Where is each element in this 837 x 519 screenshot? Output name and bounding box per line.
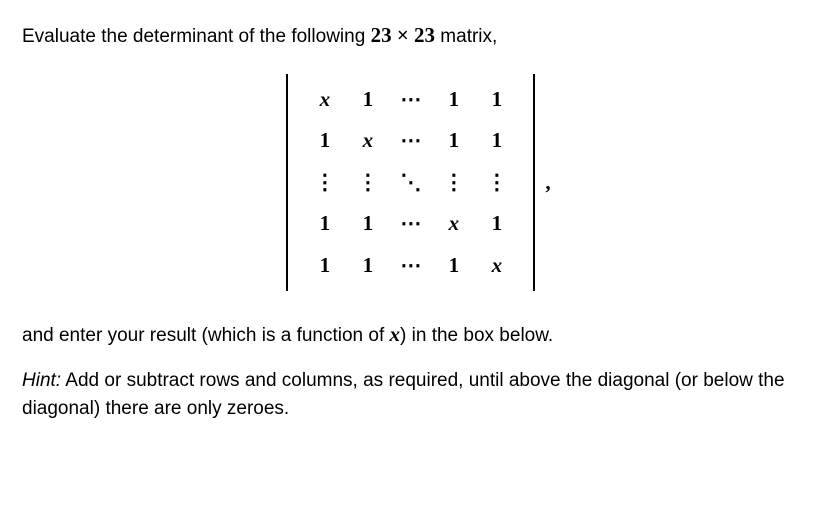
variable-x: x (390, 322, 401, 346)
matrix-row: ⋮ ⋮ ⋱ ⋮ ⋮ (314, 167, 507, 199)
matrix-row: 1 1 ⋯ 1 x (314, 250, 507, 282)
matrix-cell: ⋮ (314, 167, 335, 199)
matrix-cell: ⋯ (400, 125, 421, 157)
after-suffix: ) in the box below. (400, 325, 553, 346)
matrix-row: 1 x ⋯ 1 1 (314, 125, 507, 157)
hint-paragraph: Hint: Add or subtract rows and columns, … (22, 367, 815, 424)
matrix-cell: 1 (357, 208, 378, 240)
matrix-cell: ⋱ (400, 167, 421, 199)
matrix-row: 1 1 ⋯ x 1 (314, 208, 507, 240)
determinant-display: x 1 ⋯ 1 1 1 x ⋯ 1 1 ⋮ ⋮ ⋱ ⋮ ⋮ 1 (22, 74, 815, 292)
hint-label: Hint: (22, 370, 61, 391)
matrix-cell: 1 (443, 125, 464, 157)
matrix-trailing-comma: , (545, 167, 550, 199)
matrix-cell: 1 (486, 208, 507, 240)
question-after-matrix: and enter your result (which is a functi… (22, 319, 815, 351)
matrix-cell: 1 (314, 208, 335, 240)
matrix-cell: 1 (486, 125, 507, 157)
matrix-body: x 1 ⋯ 1 1 1 x ⋯ 1 1 ⋮ ⋮ ⋱ ⋮ ⋮ 1 (292, 74, 529, 292)
matrix-cell: ⋯ (400, 208, 421, 240)
matrix-cell: ⋯ (400, 84, 421, 116)
question-intro: Evaluate the determinant of the followin… (22, 20, 815, 52)
matrix-cell: x (443, 208, 464, 240)
intro-suffix: matrix, (435, 26, 497, 47)
intro-prefix: Evaluate the determinant of the followin… (22, 26, 371, 47)
matrix-wrap: x 1 ⋯ 1 1 1 x ⋯ 1 1 ⋮ ⋮ ⋱ ⋮ ⋮ 1 (286, 74, 535, 292)
matrix-cell: 1 (443, 250, 464, 282)
matrix-cell: x (486, 250, 507, 282)
matrix-cell: ⋮ (357, 167, 378, 199)
matrix-cell: ⋮ (443, 167, 464, 199)
matrix-cell: x (357, 125, 378, 157)
matrix-cell: 1 (314, 250, 335, 282)
after-prefix: and enter your result (which is a functi… (22, 325, 390, 346)
matrix-row: x 1 ⋯ 1 1 (314, 84, 507, 116)
matrix-cell: 1 (357, 250, 378, 282)
matrix-cell: 1 (314, 125, 335, 157)
hint-text: Add or subtract rows and columns, as req… (22, 370, 785, 420)
matrix-cell: 1 (486, 84, 507, 116)
determinant-bar-left (286, 74, 288, 292)
determinant-bar-right (533, 74, 535, 292)
matrix-cell: ⋮ (486, 167, 507, 199)
matrix-dimension: 23 × 23 (371, 23, 435, 47)
matrix-cell: 1 (357, 84, 378, 116)
matrix-cell: 1 (443, 84, 464, 116)
matrix-cell: ⋯ (400, 250, 421, 282)
matrix-cell: x (314, 84, 335, 116)
